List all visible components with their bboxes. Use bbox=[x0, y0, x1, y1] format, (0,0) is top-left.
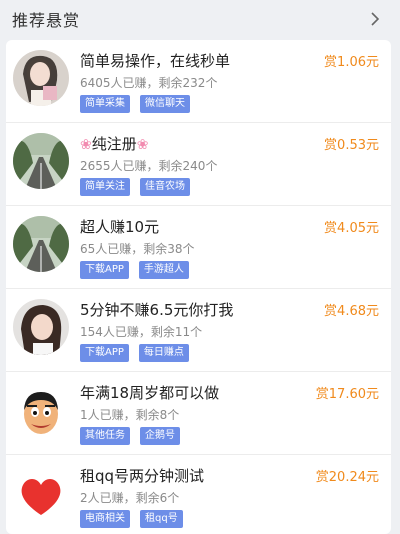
task-row[interactable]: 租qq号两分钟测试 2人已赚，剩余6个 电商相关 租qq号 赏20.24元 bbox=[6, 455, 391, 534]
task-title: 5分钟不赚6.5元你打我 bbox=[80, 301, 234, 319]
section-title: 推荐悬赏 bbox=[12, 11, 81, 30]
task-title: 年满18周岁都可以做 bbox=[80, 384, 220, 402]
task-tag: 其他任务 bbox=[80, 427, 130, 445]
task-tag: 简单关注 bbox=[80, 178, 130, 196]
reward-amount: 赏1.06元 bbox=[324, 55, 379, 70]
reward-amount: 赏17.60元 bbox=[315, 387, 379, 402]
task-list: 简单易操作，在线秒单 6405人已赚，剩余232个 简单采集 微信聊天 赏1.0… bbox=[6, 40, 391, 534]
task-row[interactable]: 5分钟不赚6.5元你打我 154人已赚，剩余11个 下载APP 每日赚点 赏4.… bbox=[6, 289, 391, 372]
task-stats: 65人已赚，剩余38个 bbox=[80, 242, 195, 256]
reward-amount: 赏0.53元 bbox=[324, 138, 379, 153]
task-row[interactable]: 年满18周岁都可以做 1人已赚，剩余8个 其他任务 企鹅号 赏17.60元 bbox=[6, 372, 391, 455]
task-stats: 2655人已赚，剩余240个 bbox=[80, 159, 218, 173]
chevron-right-icon[interactable] bbox=[368, 12, 382, 26]
task-tag: 手游超人 bbox=[138, 261, 189, 279]
task-tag: 微信聊天 bbox=[140, 95, 190, 113]
road-landscape-avatar bbox=[13, 216, 69, 272]
task-tag: 每日赚点 bbox=[138, 344, 189, 362]
task-title: 纯注册 bbox=[91, 135, 137, 153]
task-title: 超人赚10元 bbox=[80, 218, 160, 236]
cartoon-face-avatar bbox=[13, 382, 69, 438]
task-row[interactable]: ❀纯注册❀ 2655人已赚，剩余240个 简单关注 佳音农场 赏0.53元 bbox=[6, 123, 391, 206]
task-tag: 租qq号 bbox=[140, 510, 183, 528]
task-stats: 6405人已赚，剩余232个 bbox=[80, 76, 218, 90]
task-tag: 简单采集 bbox=[80, 95, 130, 113]
task-title: 租qq号两分钟测试 bbox=[80, 467, 205, 485]
task-tag: 佳音农场 bbox=[140, 178, 190, 196]
task-tag: 下载APP bbox=[80, 344, 129, 362]
woman-photo-avatar bbox=[13, 299, 69, 355]
reward-amount: 赏4.05元 bbox=[324, 221, 379, 236]
task-stats: 1人已赚，剩余8个 bbox=[80, 408, 180, 422]
task-tag: 电商相关 bbox=[80, 510, 130, 528]
task-stats: 2人已赚，剩余6个 bbox=[80, 491, 180, 505]
task-stats: 154人已赚，剩余11个 bbox=[80, 325, 203, 339]
flower-icon: ❀ bbox=[80, 137, 92, 153]
reward-amount: 赏20.24元 bbox=[315, 470, 379, 485]
task-row[interactable]: 简单易操作，在线秒单 6405人已赚，剩余232个 简单采集 微信聊天 赏1.0… bbox=[6, 40, 391, 123]
task-row[interactable]: 超人赚10元 65人已赚，剩余38个 下载APP 手游超人 赏4.05元 bbox=[6, 206, 391, 289]
task-tag: 企鹅号 bbox=[140, 427, 180, 445]
task-title: 简单易操作，在线秒单 bbox=[80, 52, 231, 70]
task-tag: 下载APP bbox=[80, 261, 129, 279]
reward-amount: 赏4.68元 bbox=[324, 304, 379, 319]
road-landscape-avatar bbox=[13, 133, 69, 189]
section-header: 推荐悬赏 bbox=[0, 0, 400, 38]
flower-icon: ❀ bbox=[136, 137, 149, 153]
red-heart-avatar bbox=[13, 465, 69, 521]
woman-photo-avatar bbox=[13, 50, 69, 106]
